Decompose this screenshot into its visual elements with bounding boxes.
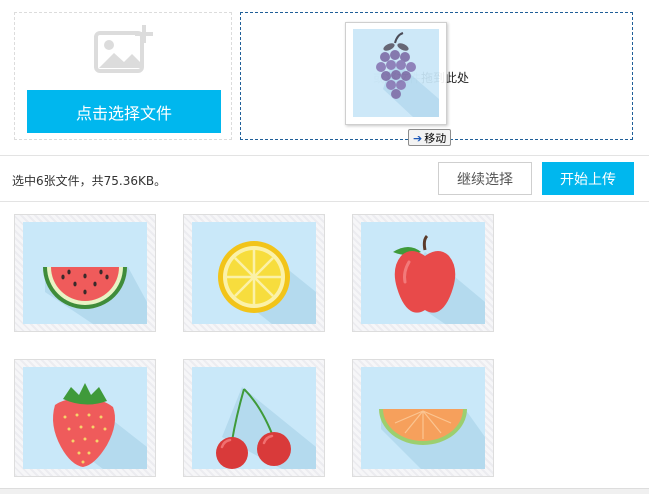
bottom-divider [0,488,649,494]
thumbnail-item[interactable] [14,359,156,477]
cantaloupe-icon [379,409,485,469]
grapes-icon [376,32,439,117]
continue-select-button[interactable]: 继续选择 [438,162,532,195]
selection-summary: 选中6张文件，共75.36KB。 [12,174,167,188]
thumbnail-item[interactable] [14,214,156,332]
thumbnail-item[interactable] [183,359,325,477]
thumbnail-item[interactable] [183,214,325,332]
apple-icon [393,234,485,324]
lemon-icon [218,241,316,324]
select-files-button[interactable]: 点击选择文件 [27,90,221,133]
thumbnail-gallery [0,202,649,493]
thumbnail-item[interactable] [352,214,494,332]
add-image-icon [94,25,153,73]
move-tooltip: ➔ 移动 [408,129,452,146]
move-arrow-icon: ➔ [413,132,423,145]
strawberry-icon [53,383,147,469]
file-picker-area[interactable]: 点击选择文件 [14,12,232,140]
start-upload-button[interactable]: 开始上传 [542,162,634,195]
dragging-thumbnail[interactable] [345,22,447,125]
upload-header: 点击选择文件 或将文件拖到此处 [0,0,649,156]
cherries-icon [216,387,316,469]
watermelon-icon [43,267,147,324]
status-bar: 选中6张文件，共75.36KB。 继续选择 开始上传 [0,156,649,202]
thumbnail-item[interactable] [352,359,494,477]
move-tooltip-label: 移动 [424,132,447,145]
